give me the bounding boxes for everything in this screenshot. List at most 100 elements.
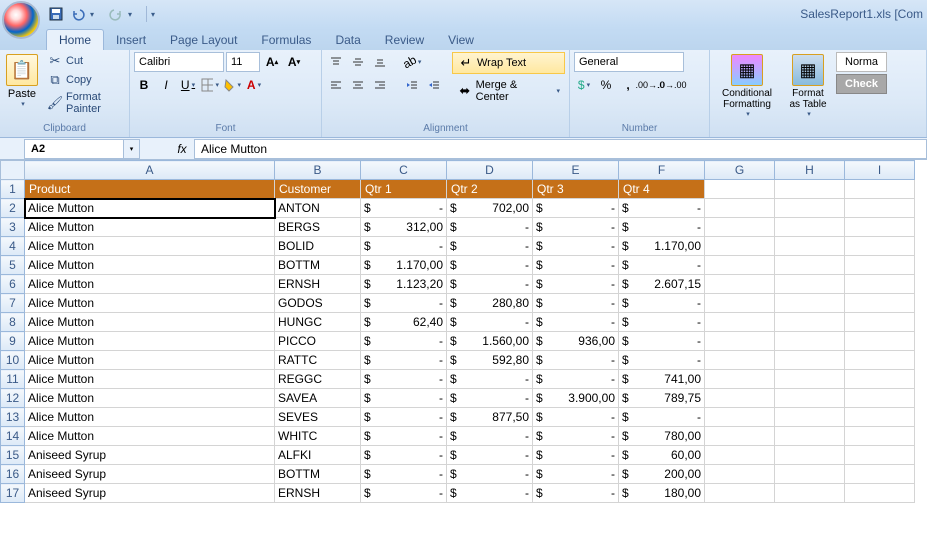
cell-G12[interactable] [705,389,775,408]
cell-F2[interactable]: $- [619,199,705,218]
cell-A9[interactable]: Alice Mutton [25,332,275,351]
cell-I9[interactable] [845,332,915,351]
cell-I7[interactable] [845,294,915,313]
row-header-1[interactable]: 1 [1,180,25,199]
cell-I4[interactable] [845,237,915,256]
formula-input[interactable] [194,139,927,159]
cell-I17[interactable] [845,484,915,503]
cell-F15[interactable]: $60,00 [619,446,705,465]
cell-A15[interactable]: Aniseed Syrup [25,446,275,465]
cell-E4[interactable]: $- [533,237,619,256]
select-all-corner[interactable] [1,161,25,180]
cell-G15[interactable] [705,446,775,465]
cell-G5[interactable] [705,256,775,275]
column-header-I[interactable]: I [845,161,915,180]
cell-I1[interactable] [845,180,915,199]
cell-H16[interactable] [775,465,845,484]
font-name-input[interactable] [134,52,224,72]
align-center-button[interactable] [348,75,368,95]
cell-I5[interactable] [845,256,915,275]
cell-G8[interactable] [705,313,775,332]
cell-G14[interactable] [705,427,775,446]
cell-B7[interactable]: GODOS [275,294,361,313]
format-as-table-button[interactable]: ▦ Format as Table▾ [784,52,832,120]
cell-C7[interactable]: $- [361,294,447,313]
bold-button[interactable]: B [134,75,154,95]
italic-button[interactable]: I [156,75,176,95]
cell-A1[interactable]: Product [25,180,275,199]
cell-E12[interactable]: $3.900,00 [533,389,619,408]
column-header-C[interactable]: C [361,161,447,180]
row-header-8[interactable]: 8 [1,313,25,332]
cell-A3[interactable]: Alice Mutton [25,218,275,237]
cell-H11[interactable] [775,370,845,389]
cell-I8[interactable] [845,313,915,332]
cell-B13[interactable]: SEVES [275,408,361,427]
cell-F4[interactable]: $1.170,00 [619,237,705,256]
cell-E5[interactable]: $- [533,256,619,275]
cell-A4[interactable]: Alice Mutton [25,237,275,256]
cell-D16[interactable]: $- [447,465,533,484]
cell-E13[interactable]: $- [533,408,619,427]
align-right-button[interactable] [370,75,390,95]
cell-G2[interactable] [705,199,775,218]
cell-G4[interactable] [705,237,775,256]
decrease-decimal-button[interactable]: .0→.00 [662,75,682,95]
fill-color-button[interactable]: ▾ [222,75,242,95]
cell-G9[interactable] [705,332,775,351]
cell-A2[interactable]: Alice Mutton [25,199,275,218]
cell-G6[interactable] [705,275,775,294]
row-header-13[interactable]: 13 [1,408,25,427]
tab-view[interactable]: View [436,30,486,50]
cell-E1[interactable]: Qtr 3 [533,180,619,199]
cell-E14[interactable]: $- [533,427,619,446]
borders-button[interactable]: ▾ [200,75,220,95]
cell-D14[interactable]: $- [447,427,533,446]
cell-H10[interactable] [775,351,845,370]
cell-A8[interactable]: Alice Mutton [25,313,275,332]
cell-A7[interactable]: Alice Mutton [25,294,275,313]
cell-E17[interactable]: $- [533,484,619,503]
cell-C15[interactable]: $- [361,446,447,465]
cell-E10[interactable]: $- [533,351,619,370]
fx-icon[interactable]: fx [170,142,194,156]
cell-F13[interactable]: $- [619,408,705,427]
underline-button[interactable]: U▾ [178,75,198,95]
cell-A5[interactable]: Alice Mutton [25,256,275,275]
cell-D1[interactable]: Qtr 2 [447,180,533,199]
row-header-5[interactable]: 5 [1,256,25,275]
cell-B16[interactable]: BOTTM [275,465,361,484]
cell-E16[interactable]: $- [533,465,619,484]
cell-B11[interactable]: REGGC [275,370,361,389]
column-header-F[interactable]: F [619,161,705,180]
cell-D8[interactable]: $- [447,313,533,332]
cut-button[interactable]: ✂Cut [44,52,125,70]
wrap-text-button[interactable]: ↵Wrap Text [452,52,565,74]
cell-B14[interactable]: WHITC [275,427,361,446]
cell-C10[interactable]: $- [361,351,447,370]
cell-D12[interactable]: $- [447,389,533,408]
cell-C9[interactable]: $- [361,332,447,351]
cell-H3[interactable] [775,218,845,237]
cell-H13[interactable] [775,408,845,427]
cell-B1[interactable]: Customer [275,180,361,199]
cell-I14[interactable] [845,427,915,446]
cell-I13[interactable] [845,408,915,427]
cell-B8[interactable]: HUNGC [275,313,361,332]
column-header-H[interactable]: H [775,161,845,180]
cell-B15[interactable]: ALFKI [275,446,361,465]
cell-E3[interactable]: $- [533,218,619,237]
cell-H5[interactable] [775,256,845,275]
align-left-button[interactable] [326,75,346,95]
row-header-17[interactable]: 17 [1,484,25,503]
cell-F16[interactable]: $200,00 [619,465,705,484]
paste-button[interactable]: 📋 Paste ▾ [4,52,40,110]
font-size-input[interactable] [226,52,260,72]
cell-C6[interactable]: $1.123,20 [361,275,447,294]
cell-F17[interactable]: $180,00 [619,484,705,503]
cell-B17[interactable]: ERNSH [275,484,361,503]
cell-A17[interactable]: Aniseed Syrup [25,484,275,503]
cell-A12[interactable]: Alice Mutton [25,389,275,408]
cell-A6[interactable]: Alice Mutton [25,275,275,294]
cell-H9[interactable] [775,332,845,351]
